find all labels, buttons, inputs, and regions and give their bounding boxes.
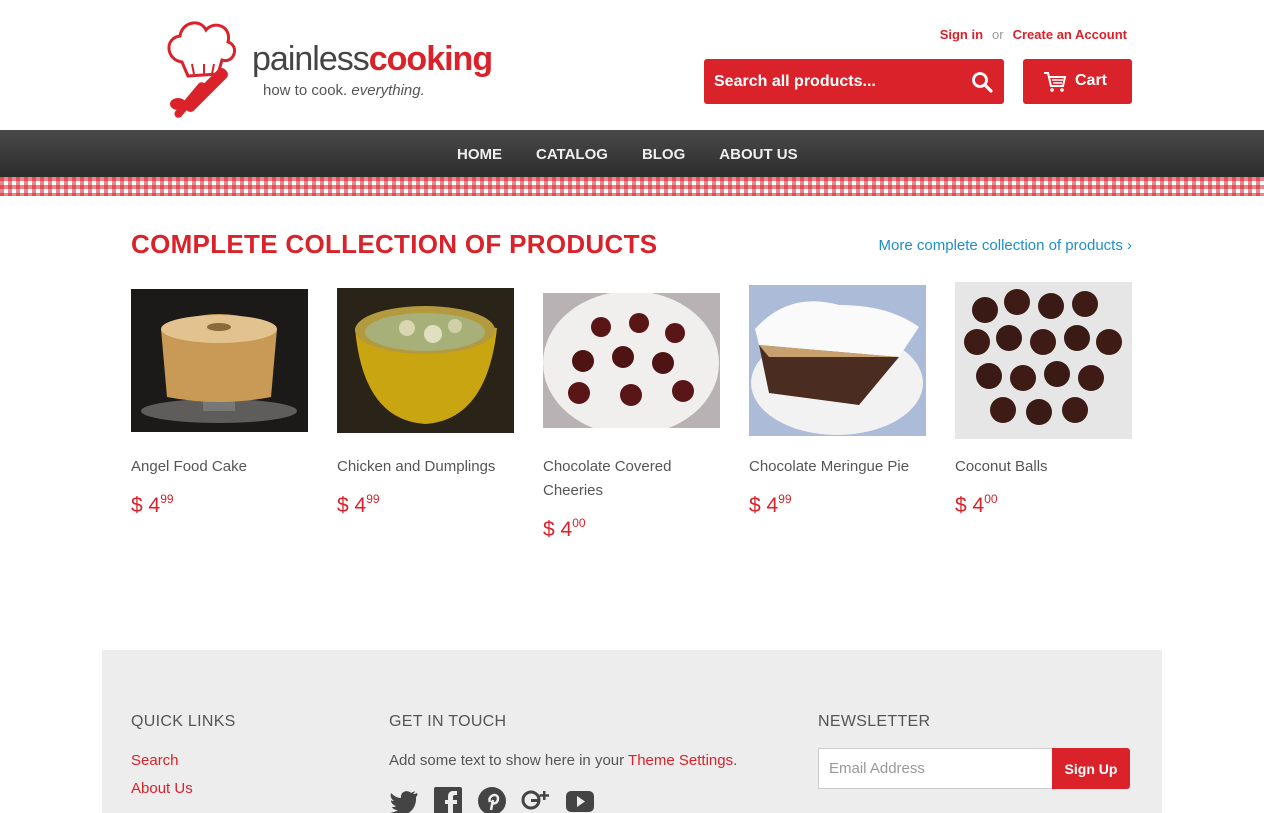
quick-links-heading: QUICK LINKS: [131, 713, 236, 730]
more-products-link[interactable]: More complete collection of products ›: [879, 237, 1132, 254]
cart-label: Cart: [1075, 72, 1108, 89]
youtube-icon[interactable]: [565, 786, 595, 813]
logo-word-cooking: cooking: [368, 40, 493, 78]
checkered-divider: [0, 177, 1264, 196]
theme-settings-link[interactable]: Theme Settings: [628, 752, 733, 769]
logo-word-painless: painless: [252, 40, 370, 78]
logo-tagline-plain: how to cook.: [263, 82, 352, 99]
page-title: COMPLETE COLLECTION OF PRODUCTS: [131, 229, 658, 259]
newsletter-heading: NEWSLETTER: [818, 713, 931, 730]
product-name[interactable]: Chocolate Covered Cheeries: [543, 455, 720, 503]
product-image[interactable]: [337, 288, 514, 433]
site-logo[interactable]: painlesscooking how to cook. everything.: [160, 14, 493, 122]
product-price: $ 499: [131, 492, 174, 518]
search-bar: [704, 59, 1004, 104]
product-image[interactable]: [749, 285, 926, 436]
chef-hat-logo-icon: [167, 21, 237, 118]
product-price: $ 400: [543, 516, 586, 542]
price-main: $ 4: [131, 494, 161, 517]
search-input[interactable]: [704, 59, 959, 104]
price-main: $ 4: [337, 494, 367, 517]
product-image[interactable]: [543, 293, 720, 428]
product-name[interactable]: Coconut Balls: [955, 455, 1132, 479]
main-nav: HOME CATALOG BLOG ABOUT US: [0, 130, 1264, 177]
account-or-text: or: [992, 27, 1004, 42]
create-account-link[interactable]: Create an Account: [1013, 27, 1127, 42]
cart-button[interactable]: Cart: [1023, 59, 1132, 104]
nav-item-home[interactable]: HOME: [440, 130, 519, 177]
product-name[interactable]: Chocolate Meringue Pie: [749, 455, 926, 479]
product-image[interactable]: [131, 289, 308, 432]
sign-up-button[interactable]: Sign Up: [1052, 748, 1130, 789]
get-in-touch-period: .: [733, 752, 738, 769]
footer-link-about-us[interactable]: About Us: [131, 780, 193, 797]
product-price: $ 499: [337, 492, 380, 518]
social-links: [389, 786, 595, 813]
nav-item-about-us[interactable]: ABOUT US: [702, 130, 814, 177]
price-cents: 00: [984, 492, 998, 506]
cart-icon: [1044, 72, 1067, 92]
account-links: Sign in or Create an Account: [940, 27, 1127, 42]
pinterest-icon[interactable]: [477, 786, 507, 813]
site-footer: QUICK LINKS Search About Us GET IN TOUCH…: [102, 650, 1162, 813]
search-icon[interactable]: [970, 70, 994, 94]
product-name[interactable]: Chicken and Dumplings: [337, 455, 514, 479]
logo-tagline-italic: everything.: [351, 82, 425, 99]
price-main: $ 4: [955, 494, 985, 517]
price-cents: 00: [572, 516, 586, 530]
logo-tagline: how to cook. everything.: [263, 82, 425, 99]
price-cents: 99: [160, 492, 174, 506]
nav-item-blog[interactable]: BLOG: [625, 130, 702, 177]
price-main: $ 4: [749, 494, 779, 517]
price-cents: 99: [366, 492, 380, 506]
get-in-touch-heading: GET IN TOUCH: [389, 713, 507, 730]
logo-wordmark: painlesscooking: [252, 40, 493, 79]
product-image[interactable]: [955, 282, 1132, 439]
footer-link-search[interactable]: Search: [131, 752, 179, 769]
price-cents: 99: [778, 492, 792, 506]
get-in-touch-text: Add some text to show here in your Theme…: [389, 752, 737, 769]
sign-in-link[interactable]: Sign in: [940, 27, 983, 42]
product-price: $ 499: [749, 492, 792, 518]
facebook-icon[interactable]: [433, 786, 463, 813]
email-field[interactable]: [818, 748, 1053, 789]
get-in-touch-body: Add some text to show here in your: [389, 752, 629, 769]
product-name[interactable]: Angel Food Cake: [131, 455, 308, 479]
price-main: $ 4: [543, 518, 573, 541]
twitter-icon[interactable]: [389, 786, 419, 813]
nav-item-catalog[interactable]: CATALOG: [519, 130, 625, 177]
product-price: $ 400: [955, 492, 998, 518]
google-plus-icon[interactable]: [521, 786, 551, 813]
site-header: painlesscooking how to cook. everything.…: [0, 0, 1264, 130]
